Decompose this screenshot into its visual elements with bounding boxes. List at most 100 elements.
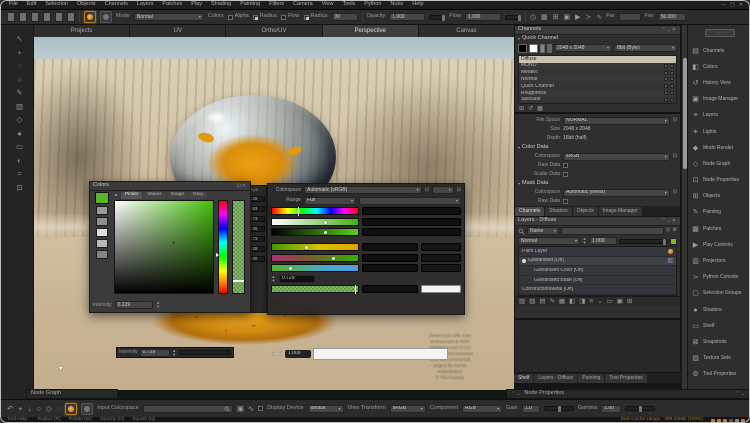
layer-action-icon[interactable]: ▧	[529, 299, 535, 306]
floating-intensity-field[interactable]: 0.729	[140, 349, 170, 357]
layer-action-icon[interactable]: ⊞	[627, 299, 632, 306]
channel-row[interactable]: Roughness	[519, 90, 676, 97]
dock-tab[interactable]: Shaders	[545, 207, 572, 216]
tool-icon[interactable]: ○	[17, 76, 22, 84]
sidebar-item[interactable]: ▨ Texture Sets	[688, 351, 750, 367]
picker-tab[interactable]: Values	[143, 192, 165, 199]
color-swatch[interactable]	[96, 228, 108, 237]
range-secondary-dropdown[interactable]	[359, 197, 461, 205]
toggle-radius-2[interactable]: Radius	[304, 14, 328, 20]
layer-action-icon[interactable]: ▦	[559, 299, 565, 306]
sidebar-item[interactable]: ↺ History View	[688, 75, 750, 91]
toolbar-icon[interactable]: ◷	[530, 14, 536, 21]
sidebar-item[interactable]: ⊠ Snapshots	[688, 334, 750, 350]
sidebar-item[interactable]: ◆ Modo Render	[688, 140, 750, 156]
menu-item[interactable]: File	[9, 2, 18, 8]
mask-data-section[interactable]: Mask Data	[515, 179, 680, 188]
sidebar-item[interactable]: ⊡ Node Properties	[688, 173, 750, 189]
color-swatch[interactable]	[96, 217, 108, 226]
amount-field[interactable]: 1.000	[589, 237, 617, 245]
channel-row-selected[interactable]: Diffuse	[519, 56, 676, 63]
canvas-tool-icon[interactable]: ○	[36, 405, 41, 413]
value-stepper[interactable]: ▲▼	[278, 350, 283, 357]
viewport-tab[interactable]: Projects	[34, 25, 129, 37]
layer-row[interactable]: ConstructionMetal [Off]	[519, 285, 676, 295]
menu-item[interactable]: Painting	[240, 2, 260, 8]
tool-icon[interactable]: ◌	[17, 62, 21, 70]
channel-row[interactable]: Metallic	[519, 69, 676, 76]
dock-tab[interactable]: Image Manager	[599, 207, 642, 216]
menu-item[interactable]: Filters	[269, 2, 284, 8]
canvas-tool-icon[interactable]: ↶	[7, 405, 13, 413]
sidebar-item[interactable]: ◧ Colors	[688, 59, 750, 75]
opacity-field[interactable]: 1.000	[389, 13, 425, 21]
sidebar-item[interactable]: ▦ Patches	[688, 221, 750, 237]
floating-value-field[interactable]: 1.000	[285, 350, 311, 358]
window-control-icon[interactable]: ▢	[730, 3, 735, 8]
layer-clear-icon[interactable]: ⊗	[672, 228, 677, 234]
lut-checkbox[interactable]	[258, 406, 263, 411]
fg-color-swatch[interactable]	[518, 44, 527, 53]
component-dropdown[interactable]: RGB	[462, 405, 502, 413]
layer-action-icon[interactable]: ≡	[589, 299, 593, 306]
color-data-section[interactable]: Color Data	[515, 143, 680, 152]
layer-row[interactable]: Galvanised Color [Off]	[519, 266, 676, 276]
layer-action-icon[interactable]: ▣	[617, 299, 623, 306]
tool-icon[interactable]: ↖	[16, 35, 22, 43]
tool-icon[interactable]: +	[17, 49, 21, 57]
canvas-tool-icon[interactable]: ◌	[57, 405, 61, 413]
sidebar-item[interactable]: ▤ Channels	[688, 43, 750, 59]
swap-swatch[interactable]	[540, 44, 545, 53]
menu-item[interactable]: Camera	[293, 2, 313, 8]
open-project-icon[interactable]	[19, 12, 27, 22]
layer-action-icon[interactable]: ⌄	[597, 299, 602, 306]
color-swatch[interactable]	[96, 250, 108, 259]
toolbar-icon[interactable]: ⊞	[553, 14, 559, 21]
viewport-tab[interactable]: Perspective	[323, 25, 418, 37]
sidebar-item[interactable]: ≡ Layers	[688, 108, 750, 124]
alpha-bar[interactable]	[271, 285, 359, 293]
menu-item[interactable]: Play	[191, 2, 202, 8]
gain-slider[interactable]	[544, 406, 574, 411]
toolbar-icon[interactable]: ≻	[586, 14, 592, 21]
alpha-white-field[interactable]	[421, 285, 461, 293]
blue-bar[interactable]	[271, 264, 359, 272]
input-colorspace-search[interactable]	[143, 405, 233, 413]
blend-mode-dropdown[interactable]: Normal	[518, 237, 580, 245]
tool-icon[interactable]: ≈	[17, 170, 21, 178]
floating-intensity-slider[interactable]	[179, 350, 231, 355]
layer-action-icon[interactable]: ✎	[549, 299, 554, 306]
archive-icon[interactable]	[67, 12, 75, 22]
collapse-icon[interactable]: ⌃⌄	[511, 392, 521, 397]
intensity-field[interactable]: 0.229	[115, 301, 153, 309]
layer-action-icon[interactable]: ▭	[607, 299, 613, 306]
layer-action-icon[interactable]: ▤	[539, 299, 545, 306]
white-value-slider[interactable]	[313, 348, 448, 360]
red-bar[interactable]	[271, 243, 359, 251]
sidebar-item[interactable]: ▶ Play Controls	[688, 237, 750, 253]
mask-colorspace-dropdown[interactable]: Automatic (linear)	[563, 189, 670, 197]
viewport-tab[interactable]: UV	[130, 25, 225, 37]
bg-color-swatch[interactable]	[529, 44, 538, 53]
sidebar-item[interactable]: ▣ Image Manager	[688, 92, 750, 108]
tool-icon[interactable]: ●	[17, 130, 22, 138]
amount-slider[interactable]	[619, 239, 668, 244]
mid-value-field[interactable]: 0.729	[279, 275, 315, 283]
viewport-tab[interactable]: Ortho/UV	[226, 25, 321, 37]
file-space-reset-icon[interactable]: ⊡	[673, 118, 677, 123]
menu-item[interactable]: Tools	[342, 2, 355, 8]
toggle-alpha[interactable]: Alpha	[228, 14, 249, 20]
colorspace-reset-icon[interactable]: ⊡	[673, 154, 677, 159]
sidebar-item[interactable]: ▭ Shelf	[688, 318, 750, 334]
alpha-slider[interactable]	[232, 200, 245, 294]
toolbar-icon[interactable]: ∿	[596, 14, 602, 21]
menu-item[interactable]: Selection	[45, 2, 68, 8]
gain-field[interactable]: 1.0	[522, 405, 540, 413]
layer-action-icon[interactable]: ◧	[569, 299, 575, 306]
floating-intensity-stepper[interactable]: ▲▼	[172, 349, 177, 356]
sidebar-item[interactable]: ● Shaders	[688, 302, 750, 318]
menu-item[interactable]: Channels	[105, 2, 128, 8]
import-icon[interactable]	[43, 12, 51, 22]
raw-data-checkbox[interactable]	[563, 163, 568, 168]
save-project-icon[interactable]	[31, 12, 39, 22]
